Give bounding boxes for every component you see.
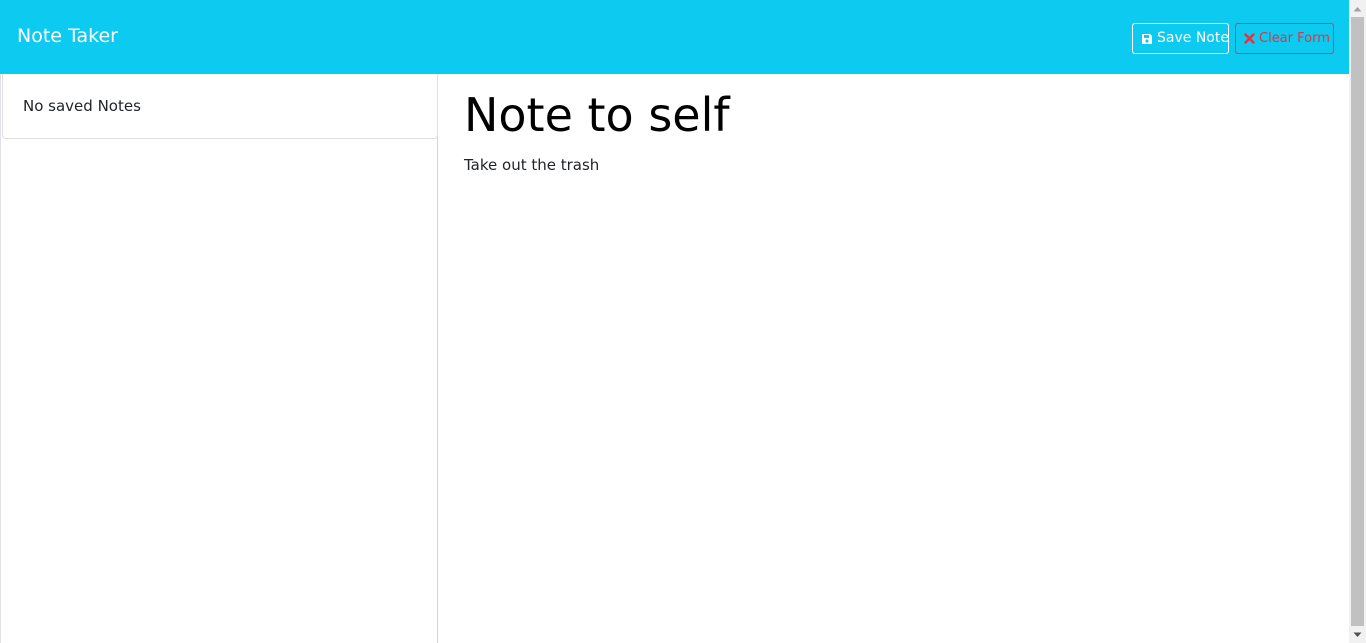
save-note-label: Save Note bbox=[1157, 30, 1229, 46]
note-taker-app: Note Taker Save Note Clear Form No saved bbox=[0, 0, 1349, 643]
navbar: Note Taker Save Note Clear Form bbox=[0, 0, 1349, 74]
brand-link[interactable]: Note Taker bbox=[17, 24, 118, 48]
x-mark-icon bbox=[1244, 32, 1255, 45]
clear-form-button[interactable]: Clear Form bbox=[1235, 23, 1334, 54]
vertical-scrollbar[interactable] bbox=[1349, 0, 1366, 643]
note-editor: Note to self Take out the trash bbox=[438, 74, 1349, 643]
no-saved-notes-text: No saved Notes bbox=[23, 97, 141, 115]
list-item: No saved Notes bbox=[2, 74, 438, 139]
floppy-disk-icon bbox=[1141, 32, 1153, 45]
note-text-area[interactable]: Take out the trash bbox=[464, 154, 599, 176]
saved-notes-sidebar: No saved Notes bbox=[0, 74, 438, 643]
note-title-input[interactable]: Note to self bbox=[464, 86, 730, 144]
scroll-down-arrow-icon[interactable] bbox=[1349, 626, 1366, 643]
clear-form-label: Clear Form bbox=[1259, 31, 1330, 46]
save-note-button[interactable]: Save Note bbox=[1132, 23, 1229, 54]
scrollbar-thumb[interactable] bbox=[1351, 17, 1364, 626]
scroll-up-arrow-icon[interactable] bbox=[1349, 0, 1366, 17]
